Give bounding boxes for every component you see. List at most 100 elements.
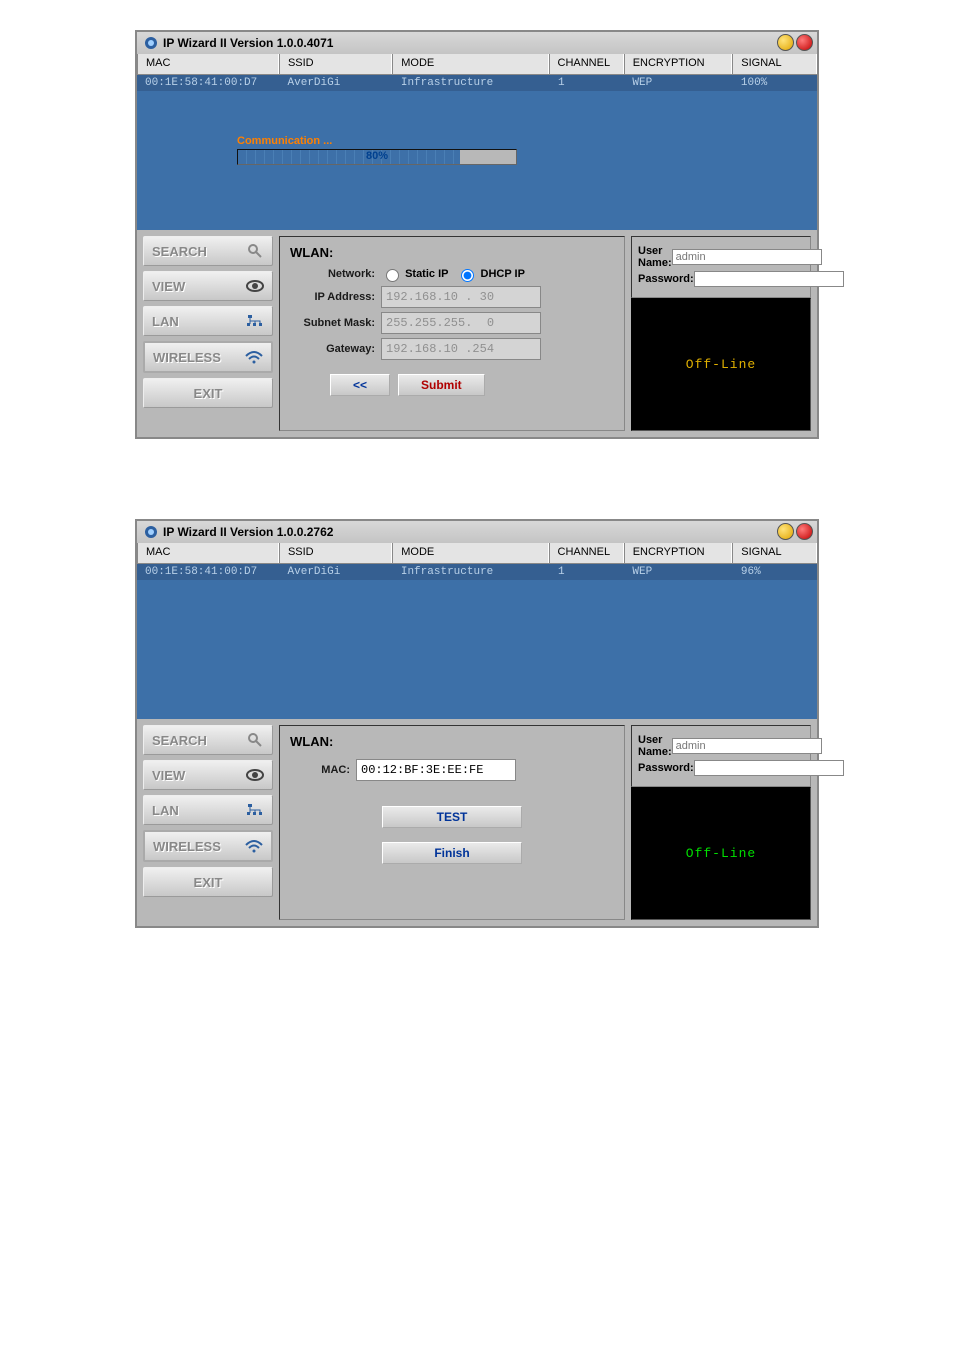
app-window-1: IP Wizard II Version 1.0.0.4071 MAC SSID…	[135, 30, 819, 439]
nav-column: SEARCH VIEW LAN WIRELESS EXIT	[143, 725, 273, 920]
col-enc[interactable]: ENCRYPTION	[624, 54, 733, 74]
nav-label: VIEW	[152, 279, 185, 294]
col-mac[interactable]: MAC	[137, 543, 279, 563]
col-ssid[interactable]: SSID	[279, 54, 392, 74]
nav-label: LAN	[152, 803, 179, 818]
title-bar[interactable]: IP Wizard II Version 1.0.0.4071	[137, 32, 817, 54]
cell-ssid: AverDiGi	[280, 564, 393, 580]
test-button[interactable]: TEST	[382, 806, 522, 828]
mac-field[interactable]	[356, 759, 516, 781]
status-display: Off-Line	[631, 298, 811, 431]
static-ip-radio[interactable]	[386, 269, 399, 282]
submit-button[interactable]: Submit	[398, 374, 485, 396]
cell-mode: Infrastructure	[393, 75, 550, 91]
view-button[interactable]: VIEW	[143, 271, 273, 301]
nav-label: EXIT	[194, 386, 223, 401]
status-text: Off-Line	[686, 846, 756, 861]
ip-label: IP Address:	[290, 291, 381, 303]
cell-mac: 00:1E:58:41:00:D7	[137, 564, 280, 580]
lan-icon	[246, 801, 264, 819]
col-mode[interactable]: MODE	[392, 54, 548, 74]
window-title: IP Wizard II Version 1.0.0.2762	[163, 525, 333, 539]
static-ip-option[interactable]: Static IP	[381, 266, 448, 282]
window-title: IP Wizard II Version 1.0.0.4071	[163, 36, 333, 50]
cell-signal: 96%	[733, 564, 817, 580]
password-field[interactable]	[694, 271, 844, 287]
exit-button[interactable]: EXIT	[143, 378, 273, 408]
cell-signal: 100%	[733, 75, 817, 91]
username-field[interactable]	[672, 249, 822, 265]
device-row[interactable]: 00:1E:58:41:00:D7 AverDiGi Infrastructur…	[137, 75, 817, 91]
nav-label: EXIT	[194, 875, 223, 890]
minimize-button[interactable]	[777, 34, 794, 51]
search-button[interactable]: SEARCH	[143, 236, 273, 266]
progress-text: 80%	[238, 150, 516, 162]
device-list-header: MAC SSID MODE CHANNEL ENCRYPTION SIGNAL	[137, 543, 817, 564]
exit-button[interactable]: EXIT	[143, 867, 273, 897]
lan-icon	[246, 312, 264, 330]
view-button[interactable]: VIEW	[143, 760, 273, 790]
col-channel[interactable]: CHANNEL	[549, 543, 624, 563]
wifi-icon	[245, 348, 263, 366]
wlan-pane: WLAN: MAC: TEST Finish	[279, 725, 625, 920]
dhcp-ip-radio[interactable]	[461, 269, 474, 282]
cell-enc: WEP	[624, 75, 732, 91]
mask-label: Subnet Mask:	[290, 317, 381, 329]
ip-field[interactable]	[381, 286, 541, 308]
progress-bar: 80%	[237, 149, 517, 165]
magnifier-icon	[246, 731, 264, 749]
device-list[interactable]: 00:1E:58:41:00:D7 AverDiGi Infrastructur…	[137, 564, 817, 719]
app-icon	[143, 524, 159, 540]
lan-button[interactable]: LAN	[143, 306, 273, 336]
col-signal[interactable]: SIGNAL	[732, 543, 817, 563]
credentials-box: User Name: Password:	[631, 236, 811, 298]
nav-label: WIRELESS	[153, 350, 221, 365]
password-field[interactable]	[694, 760, 844, 776]
app-icon	[143, 35, 159, 51]
nav-label: VIEW	[152, 768, 185, 783]
close-button[interactable]	[796, 34, 813, 51]
status-text: Off-Line	[686, 357, 756, 372]
wlan-pane: WLAN: Network: Static IP DHCP IP IP Addr…	[279, 236, 625, 431]
lan-button[interactable]: LAN	[143, 795, 273, 825]
username-label: User Name:	[638, 245, 672, 269]
cell-channel: 1	[550, 564, 624, 580]
mac-label: MAC:	[290, 764, 356, 776]
gateway-field[interactable]	[381, 338, 541, 360]
nav-column: SEARCH VIEW LAN WIRELESS EXIT	[143, 236, 273, 431]
nav-label: WIRELESS	[153, 839, 221, 854]
col-signal[interactable]: SIGNAL	[732, 54, 817, 74]
back-button[interactable]: <<	[330, 374, 390, 396]
auth-column: User Name: Password: Off-Line	[631, 725, 811, 920]
search-button[interactable]: SEARCH	[143, 725, 273, 755]
col-enc[interactable]: ENCRYPTION	[624, 543, 733, 563]
wireless-button[interactable]: WIRELESS	[143, 830, 273, 862]
minimize-button[interactable]	[777, 523, 794, 540]
title-bar[interactable]: IP Wizard II Version 1.0.0.2762	[137, 521, 817, 543]
close-button[interactable]	[796, 523, 813, 540]
dhcp-ip-option[interactable]: DHCP IP	[456, 266, 524, 282]
nav-label: SEARCH	[152, 244, 207, 259]
username-field[interactable]	[672, 738, 822, 754]
cell-ssid: AverDiGi	[280, 75, 393, 91]
subnet-field[interactable]	[381, 312, 541, 334]
eye-icon	[246, 277, 264, 295]
device-list[interactable]: 00:1E:58:41:00:D7 AverDiGi Infrastructur…	[137, 75, 817, 230]
finish-button[interactable]: Finish	[382, 842, 522, 864]
password-label: Password:	[638, 762, 694, 774]
app-window-2: IP Wizard II Version 1.0.0.2762 MAC SSID…	[135, 519, 819, 928]
nav-label: LAN	[152, 314, 179, 329]
col-ssid[interactable]: SSID	[279, 543, 392, 563]
device-row[interactable]: 00:1E:58:41:00:D7 AverDiGi Infrastructur…	[137, 564, 817, 580]
password-label: Password:	[638, 273, 694, 285]
col-mac[interactable]: MAC	[137, 54, 279, 74]
eye-icon	[246, 766, 264, 784]
credentials-box: User Name: Password:	[631, 725, 811, 787]
wireless-button[interactable]: WIRELESS	[143, 341, 273, 373]
wifi-icon	[245, 837, 263, 855]
col-mode[interactable]: MODE	[392, 543, 548, 563]
col-channel[interactable]: CHANNEL	[549, 54, 624, 74]
progress-label: Communication ...	[237, 135, 517, 149]
status-display: Off-Line	[631, 787, 811, 920]
pane-title: WLAN:	[290, 734, 614, 749]
